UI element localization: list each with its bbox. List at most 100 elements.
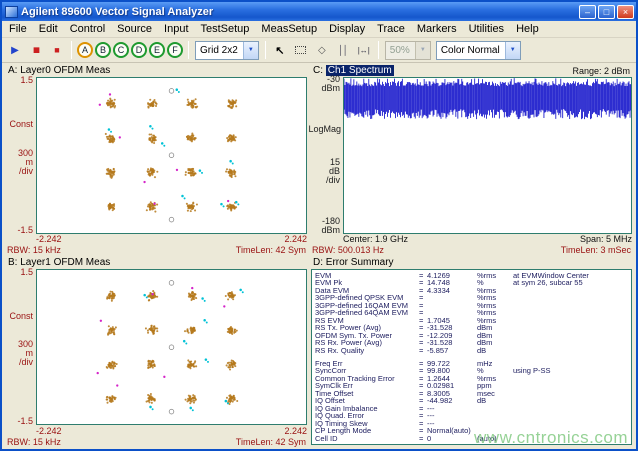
panel-c: C: Ch1 Spectrum Range: 2 dBm -30dBm LogM… (309, 64, 634, 256)
y-min-label: -1.5 (17, 416, 33, 426)
span-markers-tool-icon[interactable]: |↔| (354, 41, 374, 60)
trace-select-button-c[interactable]: C (113, 42, 129, 58)
title-bar: Agilent 89600 Vector Signal Analyzer – □… (2, 2, 636, 21)
constellation-trace-a (37, 78, 306, 233)
range-readout: Range: 2 dBm (572, 66, 630, 76)
pause-button[interactable]: ▮▮ (26, 41, 46, 60)
constellation-plot-b[interactable] (36, 269, 307, 426)
panel-d: D: Error Summary EVM=4.1269%rmsat EVMWin… (309, 256, 634, 448)
panel-b: B: Layer1 OFDM Meas 1.5 Const 300 m /div… (4, 256, 309, 448)
panel-a: A: Layer0 OFDM Meas 1.5 Const 300 m /div… (4, 64, 309, 256)
x-max-label: 2.242 (284, 426, 307, 436)
rbw-readout: RBW: 15 kHz (7, 245, 61, 255)
error-summary-row: Freq Err=99.722mHz (315, 360, 628, 368)
toolbar-separator (188, 41, 189, 59)
error-summary-row: Time Offset=8.3005msec (315, 390, 628, 398)
app-icon[interactable] (5, 6, 18, 18)
y-min-label: -1.5 (17, 225, 33, 235)
menu-item-trace[interactable]: Trace (371, 22, 411, 36)
trace-select-button-e[interactable]: E (149, 42, 165, 58)
error-summary-row: RS Rx. Quality=-5.857dB (315, 347, 628, 355)
window-controls: – □ × (579, 5, 634, 19)
menu-item-display[interactable]: Display (323, 22, 371, 36)
trace-select-button-b[interactable]: B (95, 42, 111, 58)
scale-type-label: LogMag (308, 124, 341, 134)
grid-layout-select[interactable]: Grid 2x2 ▼ (195, 41, 259, 60)
menu-item-edit[interactable]: Edit (33, 22, 64, 36)
y-max-label: -30dBm (321, 75, 340, 93)
color-scheme-select[interactable]: Color Normal ▼ (436, 41, 521, 60)
menu-item-meassetup[interactable]: MeasSetup (255, 22, 323, 36)
error-summary-row: Cell ID=0(auto) (315, 435, 628, 443)
rbw-readout: RBW: 500.013 Hz (312, 245, 384, 255)
constellation-plot-a[interactable] (36, 77, 307, 234)
error-summary-box: EVM=4.1269%rmsat EVMWindow CenterEVM Pk=… (311, 269, 632, 446)
timelen-readout: TimeLen: 42 Sym (236, 245, 306, 255)
maximize-button[interactable]: □ (598, 5, 615, 19)
center-freq-readout: Center: 1.9 GHz (343, 234, 408, 244)
spectrum-trace (344, 78, 631, 233)
x-max-label: 2.242 (284, 234, 307, 244)
y-axis-title: Const (9, 119, 33, 129)
toolbar-separator (71, 41, 72, 59)
close-button[interactable]: × (617, 5, 634, 19)
spectrum-plot[interactable] (343, 77, 632, 234)
error-summary-row: CP Length Mode=Normal(auto) (315, 427, 628, 435)
pointer-tool-icon[interactable]: ↖ (270, 41, 290, 60)
panel-c-footer: RBW: 500.013 Hz TimeLen: 3 mSec (311, 245, 632, 256)
timelen-readout: TimeLen: 42 Sym (236, 437, 306, 447)
panel-d-title[interactable]: D: Error Summary (313, 257, 394, 268)
menu-item-help[interactable]: Help (510, 22, 545, 36)
error-summary-row: Common Tracking Error=1.2644%rms (315, 375, 628, 383)
restart-button[interactable]: ▶ (5, 41, 25, 60)
x-min-label: -2.242 (36, 426, 62, 436)
zoom-select: 50% ▼ (385, 41, 431, 60)
window-title: Agilent 89600 Vector Signal Analyzer (21, 6, 579, 18)
toolbar: ▶ ▮▮ ■ ABCDEF Grid 2x2 ▼ ↖ ◇ ││ |↔| 50% … (2, 38, 636, 63)
zoom-box-tool-icon[interactable] (291, 41, 311, 60)
menu-item-testsetup[interactable]: TestSetup (195, 22, 256, 36)
y-scale-per-div: 15 dB /div (326, 158, 340, 185)
stop-button[interactable]: ■ (47, 41, 67, 60)
trace-select-button-f[interactable]: F (167, 42, 183, 58)
menu-item-utilities[interactable]: Utilities (463, 22, 510, 36)
timelen-readout: TimeLen: 3 mSec (561, 245, 631, 255)
menu-item-input[interactable]: Input (158, 22, 194, 36)
panel-c-y-axis: -30dBm LogMag 15 dB /div -180dBm (311, 77, 343, 234)
panel-b-footer: RBW: 15 kHz TimeLen: 42 Sym (6, 436, 307, 447)
y-max-label: 1.5 (20, 267, 33, 277)
panel-a-x-axis: -2.242 2.242 (6, 234, 307, 245)
toolbar-separator (378, 41, 379, 59)
panel-b-x-axis: -2.242 2.242 (6, 425, 307, 436)
panel-a-footer: RBW: 15 kHz TimeLen: 42 Sym (6, 245, 307, 256)
chevron-down-icon[interactable]: ▼ (243, 42, 258, 59)
menu-item-markers[interactable]: Markers (411, 22, 463, 36)
measurement-grid: A: Layer0 OFDM Meas 1.5 Const 300 m /div… (2, 63, 636, 449)
error-summary-row: EVM Pk=14.748%at sym 26, subcar 55 (315, 279, 628, 287)
toolbar-separator (265, 41, 266, 59)
menu-item-control[interactable]: Control (64, 22, 111, 36)
band-markers-tool-icon[interactable]: ││ (333, 41, 353, 60)
error-summary-row: SymClk Err=0.02981ppm (315, 382, 628, 390)
rbw-readout: RBW: 15 kHz (7, 437, 61, 447)
menu-item-file[interactable]: File (3, 22, 33, 36)
grid-layout-value: Grid 2x2 (200, 45, 238, 56)
y-axis-title: Const (9, 311, 33, 321)
y-scale-per-div: 300 m /div (18, 149, 33, 176)
color-scheme-value: Color Normal (441, 45, 500, 56)
app-window: Agilent 89600 Vector Signal Analyzer – □… (0, 0, 638, 451)
constellation-trace-b (37, 270, 306, 425)
y-scale-per-div: 300 m /div (18, 340, 33, 367)
chevron-down-icon: ▼ (415, 42, 430, 59)
y-min-label: -180dBm (321, 217, 340, 235)
menu-item-source[interactable]: Source (111, 22, 158, 36)
measurement-buttons: ABCDEF (76, 42, 184, 58)
chevron-down-icon[interactable]: ▼ (505, 42, 520, 59)
zoom-value: 50% (390, 45, 410, 56)
span-readout: Span: 5 MHz (580, 234, 632, 244)
trace-select-button-d[interactable]: D (131, 42, 147, 58)
error-summary-row: 3GPP-defined 64QAM EVM=%rms (315, 309, 628, 317)
trace-select-button-a[interactable]: A (77, 42, 93, 58)
minimize-button[interactable]: – (579, 5, 596, 19)
marker-tool-icon[interactable]: ◇ (312, 41, 332, 60)
